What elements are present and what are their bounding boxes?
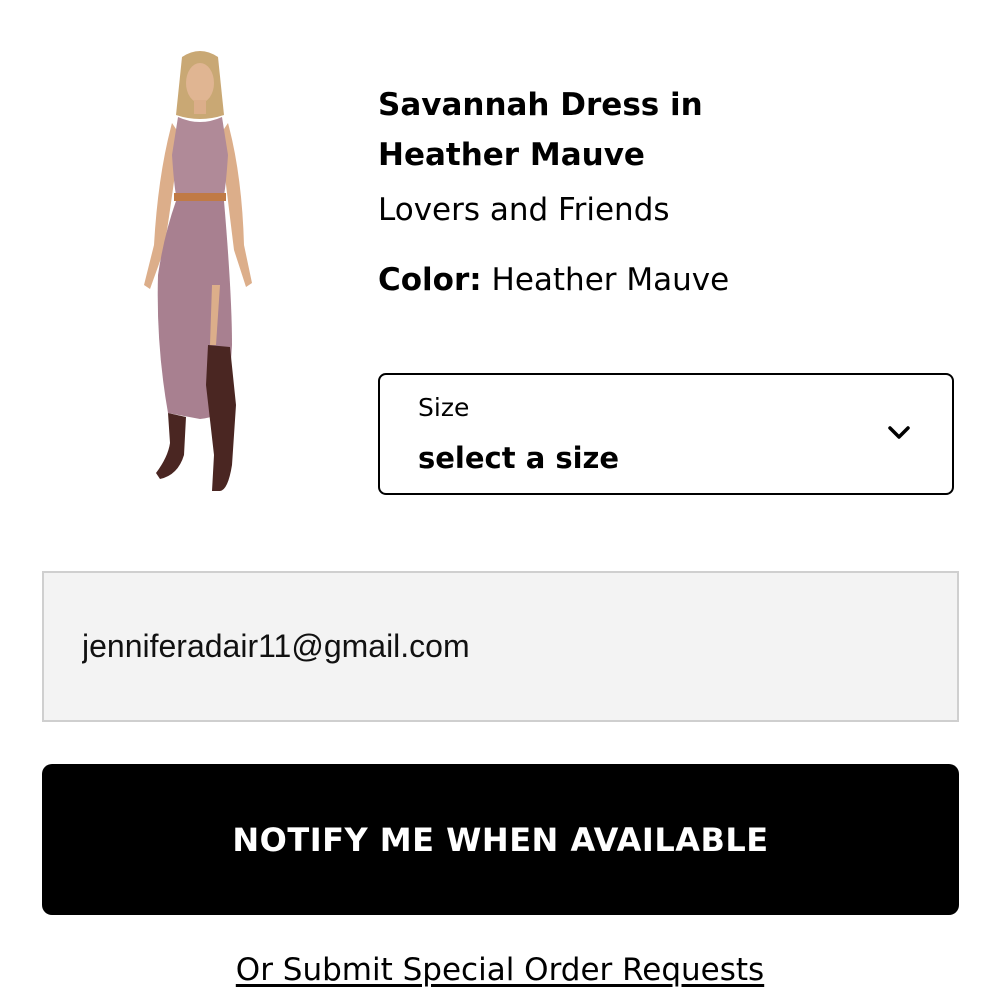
color-value: Heather Mauve <box>491 262 730 298</box>
color-line: Color: Heather Mauve <box>378 260 978 300</box>
size-label: Size <box>418 393 470 422</box>
size-value: select a size <box>418 441 620 475</box>
brand-link[interactable]: Lovers and Friends <box>378 190 978 230</box>
model-wearing-dress-image <box>144 51 252 491</box>
color-label: Color: <box>378 262 482 298</box>
email-field[interactable] <box>42 571 959 722</box>
product-notify-page: Savannah Dress in Heather Mauve Lovers a… <box>0 0 1000 1000</box>
product-image[interactable] <box>120 45 280 505</box>
size-select[interactable]: Size select a size <box>378 373 954 495</box>
notify-me-button[interactable]: NOTIFY ME WHEN AVAILABLE <box>42 764 959 915</box>
product-title: Savannah Dress in Heather Mauve <box>378 87 703 173</box>
special-order-link[interactable]: Or Submit Special Order Requests <box>0 952 1000 988</box>
product-info: Savannah Dress in Heather Mauve Lovers a… <box>378 80 978 300</box>
chevron-down-icon <box>888 426 910 439</box>
